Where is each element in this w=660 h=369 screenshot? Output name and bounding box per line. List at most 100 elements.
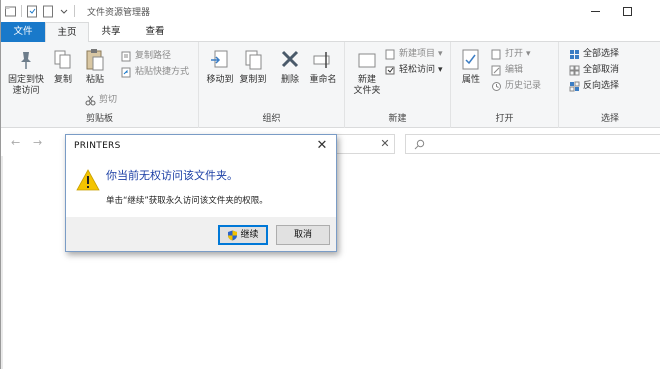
new-folder-icon[interactable] [42, 5, 54, 18]
paste-shortcut-button[interactable]: 粘贴快捷方式 [121, 66, 189, 79]
back-arrow-icon[interactable]: ← [11, 136, 20, 149]
tab-home[interactable]: 主页 [45, 22, 89, 43]
minimize-icon [590, 10, 600, 12]
paste-shortcut-label: 粘贴快捷方式 [135, 67, 190, 77]
edit-label: 编辑 [505, 65, 524, 75]
properties-button[interactable]: 属性 [453, 48, 489, 86]
copy-button[interactable]: 复制 [45, 48, 81, 86]
cut-button[interactable]: 剪切 [85, 94, 117, 107]
dialog-body: 你当前无权访问该文件夹。 单击“继续”获取永久访问该文件夹的权限。 [66, 157, 336, 217]
pin-label-line2: 速访问 [12, 86, 40, 96]
new-group-label: 新建 [388, 114, 407, 124]
cut-label: 剪切 [99, 95, 118, 105]
pin-quick-access-button[interactable]: 固定到快 速访问 [5, 48, 47, 97]
new-group: 新建 文件夹 新建项目 ▾ 轻松访问 ▾ 新建 [345, 42, 451, 128]
new-item-button[interactable]: 新建项目 ▾ [385, 48, 443, 61]
explorer-window: 文件资源管理器 文件 主页 共享 查看 固定到快 速访问 复制 粘贴 复制路径 … [0, 0, 660, 369]
clipboard-group: 固定到快 速访问 复制 粘贴 复制路径 粘贴快捷方式 剪切 剪贴板 [1, 42, 199, 128]
easy-access-label: 轻松访问 [399, 65, 436, 75]
open-button[interactable]: 打开 ▾ [491, 48, 531, 61]
copy-to-button[interactable]: 复制到 [235, 48, 271, 86]
pin-label-line1: 固定到快 [7, 75, 44, 85]
properties-label: 属性 [461, 75, 480, 85]
select-none-icon [569, 65, 580, 76]
select-none-button[interactable]: 全部取消 [569, 64, 619, 77]
new-item-icon [385, 49, 395, 60]
edit-button[interactable]: 编辑 [491, 64, 523, 77]
dialog-title: PRINTERS [74, 141, 121, 151]
copy-path-label: 复制路径 [135, 51, 172, 61]
delete-label: 删除 [280, 75, 299, 85]
easy-access-button[interactable]: 轻松访问 ▾ [385, 64, 443, 77]
open-icon [491, 49, 501, 60]
close-icon[interactable]: ✕ [375, 135, 395, 153]
organize-group-label: 组织 [262, 114, 281, 124]
dropdown-arrow-icon: ▾ [438, 49, 443, 59]
navigation-pane-edge [1, 156, 3, 369]
select-group: 全部选择 全部取消 反向选择 选择 [559, 42, 660, 128]
rename-button[interactable]: 重命名 [305, 48, 341, 86]
select-none-label: 全部取消 [583, 65, 620, 75]
easy-access-icon [385, 66, 395, 75]
clipboard-icon [86, 49, 104, 71]
chevron-down-icon[interactable] [58, 5, 70, 18]
rename-label: 重命名 [309, 75, 337, 85]
rename-icon [313, 52, 330, 68]
invert-selection-icon [569, 81, 580, 92]
cancel-label: 取消 [293, 230, 312, 240]
dialog-close-icon[interactable]: ✕ [314, 138, 330, 154]
copy-path-icon [121, 51, 131, 62]
properties-check-icon [462, 49, 479, 70]
copy-path-button[interactable]: 复制路径 [121, 50, 171, 63]
continue-label: 继续 [240, 230, 259, 240]
maximize-button[interactable] [611, 0, 643, 22]
tab-share[interactable]: 共享 [89, 22, 133, 42]
dropdown-arrow-icon: ▾ [526, 49, 531, 59]
new-folder-icon [358, 53, 376, 68]
ribbon: 固定到快 速访问 复制 粘贴 复制路径 粘贴快捷方式 剪切 剪贴板 移动到 复制… [1, 42, 660, 128]
title-bar: 文件资源管理器 [1, 0, 660, 22]
shield-icon [228, 230, 238, 240]
paste-label: 粘贴 [85, 75, 104, 85]
paste-button[interactable]: 粘贴 [77, 48, 113, 86]
continue-button[interactable]: 继续 [218, 225, 268, 245]
tab-file[interactable]: 文件 [1, 22, 45, 42]
delete-button[interactable]: 删除 [273, 48, 307, 86]
select-all-button[interactable]: 全部选择 [569, 48, 619, 61]
move-to-label: 移动到 [206, 75, 234, 85]
pin-icon [21, 52, 31, 69]
organize-group: 移动到 复制到 删除 重命名 组织 [199, 42, 345, 128]
cancel-button[interactable]: 取消 [276, 225, 330, 245]
clipboard-group-label: 剪贴板 [85, 114, 113, 124]
copy-to-icon [245, 50, 262, 70]
history-label: 历史记录 [505, 81, 542, 91]
dialog-title-bar: PRINTERS ✕ [66, 135, 336, 157]
history-button[interactable]: 历史记录 [491, 80, 541, 93]
tab-view[interactable]: 查看 [133, 22, 177, 42]
properties-icon[interactable] [26, 5, 38, 18]
invert-selection-button[interactable]: 反向选择 [569, 80, 619, 93]
forward-arrow-icon[interactable]: → [33, 136, 42, 149]
new-folder-button[interactable]: 新建 文件夹 [347, 48, 387, 97]
dialog-main-text: 你当前无权访问该文件夹。 [106, 169, 238, 182]
history-icon [492, 82, 501, 91]
move-to-icon [211, 50, 228, 68]
invert-selection-label: 反向选择 [583, 81, 620, 91]
ribbon-tabs: 文件 主页 共享 查看 [1, 22, 660, 43]
move-to-button[interactable]: 移动到 [203, 48, 237, 86]
toolbar-separator [74, 5, 75, 17]
copy-icon [54, 50, 71, 69]
minimize-button[interactable] [579, 0, 611, 22]
window-title: 文件资源管理器 [87, 8, 151, 18]
edit-icon [491, 65, 501, 76]
folder-icon [5, 6, 16, 16]
search-input[interactable] [405, 134, 660, 154]
delete-x-icon [281, 50, 299, 68]
dropdown-arrow-icon: ▾ [438, 65, 443, 75]
search-icon [414, 139, 425, 150]
warning-icon [76, 169, 100, 191]
maximize-icon [622, 6, 632, 16]
new-item-label: 新建项目 [399, 49, 436, 59]
select-all-label: 全部选择 [583, 49, 620, 59]
toolbar-separator [21, 5, 22, 17]
